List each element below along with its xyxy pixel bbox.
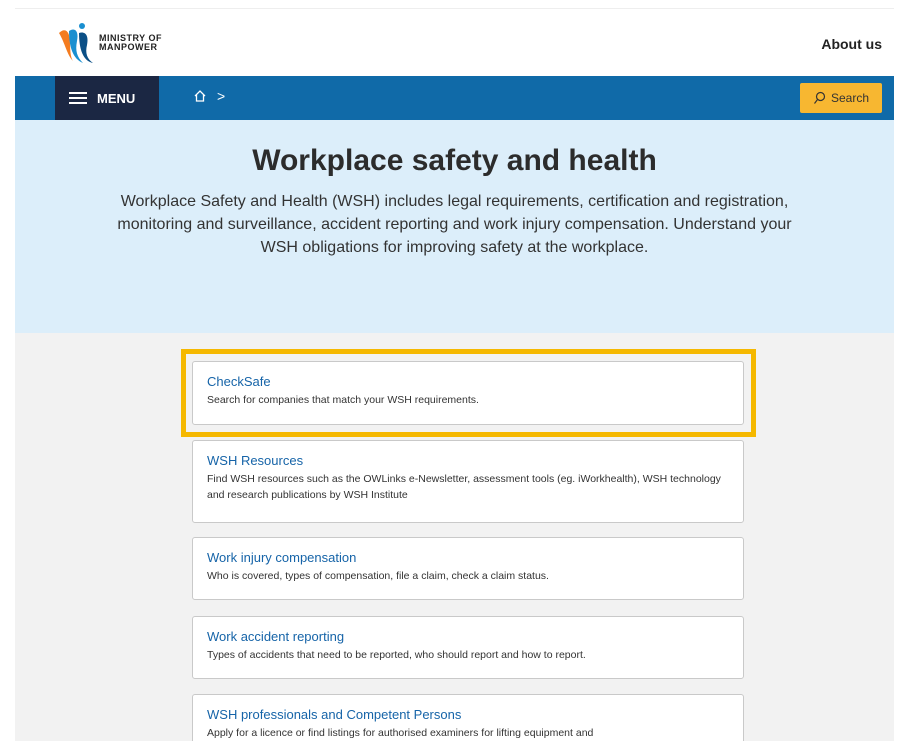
search-button[interactable]: Search (800, 83, 882, 113)
card-wsh-professionals[interactable]: WSH professionals and Competent Persons … (192, 694, 744, 741)
card-description: Who is covered, types of compensation, f… (207, 570, 549, 582)
card-checksafe[interactable]: CheckSafe Search for companies that matc… (192, 361, 744, 425)
mom-logo[interactable]: MINISTRY OF MANPOWER (55, 15, 185, 71)
card-wsh-resources[interactable]: WSH Resources Find WSH resources such as… (192, 440, 744, 523)
logo-line-2: MANPOWER (99, 42, 158, 52)
main-navbar: MENU > Search (15, 76, 894, 120)
card-title[interactable]: WSH Resources (207, 453, 729, 468)
hamburger-icon (69, 92, 87, 104)
card-title[interactable]: CheckSafe (207, 374, 729, 389)
search-icon (814, 91, 826, 104)
hero-banner: Workplace safety and health Workplace Sa… (15, 120, 894, 333)
card-title[interactable]: WSH professionals and Competent Persons (207, 707, 729, 722)
card-description: Types of accidents that need to be repor… (207, 649, 586, 661)
search-label: Search (830, 91, 870, 105)
menu-label: MENU (97, 90, 136, 106)
card-description: Search for companies that match your WSH… (207, 394, 479, 406)
site-header: MINISTRY OF MANPOWER About us (15, 8, 894, 76)
breadcrumb-separator: > (217, 88, 226, 104)
card-work-injury-compensation[interactable]: Work injury compensation Who is covered,… (192, 537, 744, 600)
card-description: Apply for a licence or find listings for… (207, 727, 594, 739)
page-description: Workplace Safety and Health (WSH) includ… (117, 193, 792, 256)
page-title: Workplace safety and health (252, 144, 657, 177)
home-icon[interactable] (193, 89, 207, 103)
card-title[interactable]: Work injury compensation (207, 550, 729, 565)
about-us-link[interactable]: About us (821, 36, 882, 52)
breadcrumb: > (193, 88, 225, 104)
card-work-accident-reporting[interactable]: Work accident reporting Types of acciden… (192, 616, 744, 679)
content-area: CheckSafe Search for companies that matc… (15, 333, 894, 741)
mom-logo-icon (59, 23, 93, 63)
card-title[interactable]: Work accident reporting (207, 629, 729, 644)
card-description: Find WSH resources such as the OWLinks e… (207, 473, 721, 501)
logo-text: MINISTRY OF MANPOWER (99, 34, 162, 52)
menu-button[interactable]: MENU (55, 76, 159, 120)
